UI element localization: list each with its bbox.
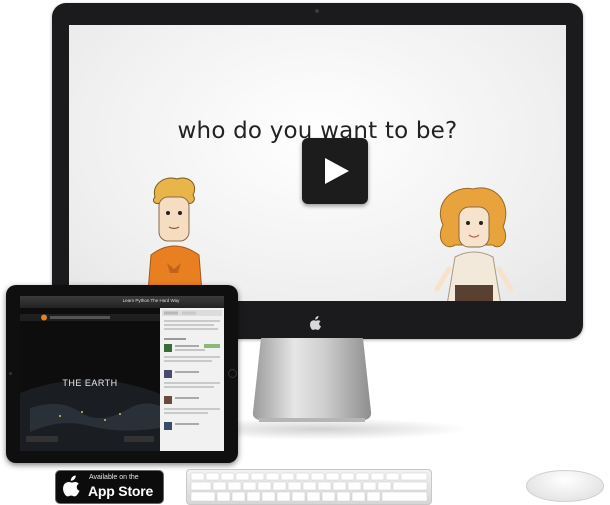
boy-character — [146, 177, 204, 301]
apple-logo-icon — [310, 316, 322, 333]
ipad-side-content — [162, 310, 222, 430]
magic-mouse — [526, 470, 604, 502]
ipad-earth-title: THE EARTH — [62, 378, 118, 388]
girl-character — [434, 187, 514, 301]
ipad-side-panel — [160, 308, 224, 451]
ipad-app-title: Learn Python The Hard Way — [122, 298, 180, 303]
play-icon — [325, 158, 349, 184]
app-store-badge[interactable]: Available on the App Store — [55, 470, 164, 504]
monitor-stand — [252, 338, 372, 422]
ipad-device: Learn Python The Hard Way THE EARTH — [6, 285, 238, 463]
ipad-screen: Learn Python The Hard Way THE EARTH — [20, 296, 224, 451]
video-screen[interactable]: who do you want to be? — [69, 25, 566, 301]
ipad-camera — [9, 372, 12, 375]
badge-big-text: App Store — [88, 483, 154, 499]
keyboard-keys — [190, 472, 428, 502]
ipad-home-button — [228, 369, 237, 378]
camera-dot — [315, 9, 319, 13]
play-button[interactable] — [302, 138, 368, 204]
ipad-video-pane: THE EARTH — [20, 308, 160, 451]
ipad-app-toolbar: Learn Python The Hard Way — [20, 296, 224, 308]
keyboard — [186, 469, 432, 505]
apple-icon — [63, 475, 81, 502]
badge-small-text: Available on the — [89, 474, 139, 481]
